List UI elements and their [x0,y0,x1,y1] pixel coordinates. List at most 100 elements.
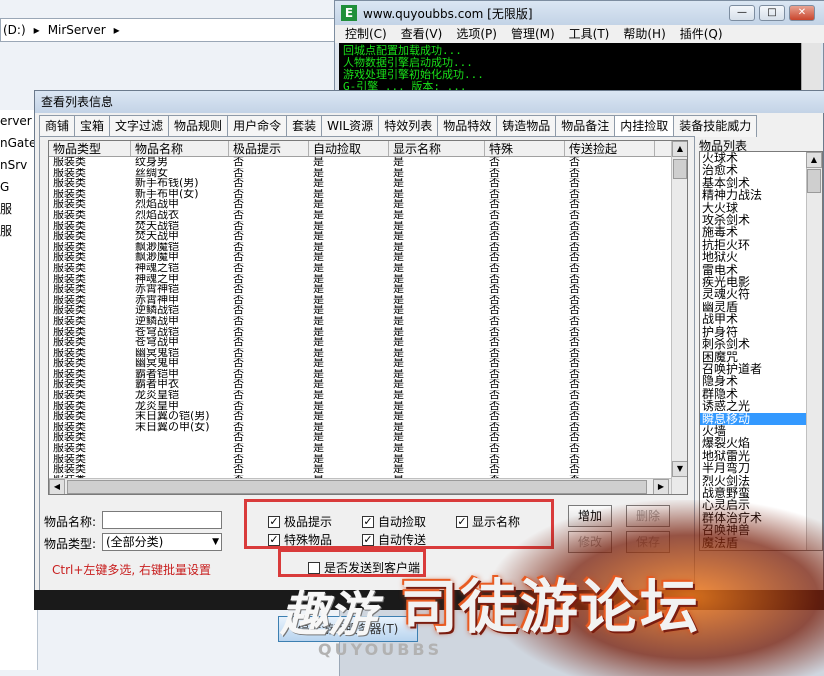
scroll-right-icon[interactable]: ▶ [653,479,669,494]
list-item[interactable]: 地狱火 [700,251,822,264]
table-row[interactable]: 服装类 烈焰战衣 否 是 是 否 否 [49,210,671,221]
tab[interactable]: 物品特效 [437,115,498,137]
scroll-down-icon[interactable]: ▼ [672,461,687,477]
list-item[interactable]: 灵魂火符 [700,288,822,301]
list-item[interactable]: G [0,176,37,198]
list-item[interactable]: nSrv [0,154,37,176]
list-item[interactable]: 精神力战法 [700,189,822,202]
table-row[interactable]: 服装类 龙炎皇甲 否 是 是 否 否 [49,401,671,412]
scroll-left-icon[interactable]: ◀ [49,479,65,494]
table-row[interactable]: 服装类 否 是 是 否 否 [49,454,671,465]
table-horizontal-scrollbar[interactable]: ◀ ▶ [49,478,671,494]
checkbox-box[interactable]: ✓ [268,533,280,546]
table-row[interactable]: 服装类 苍穹战铠 否 是 是 否 否 [49,327,671,338]
table-row[interactable]: 服装类 焚天战甲 否 是 是 否 否 [49,231,671,242]
checkbox-box[interactable]: ✓ [362,515,374,528]
table-row[interactable]: 服装类 否 是 是 否 否 [49,432,671,443]
column-header[interactable]: 特殊 [485,141,565,156]
table-row[interactable]: 服装类 否 是 是 否 否 [49,443,671,454]
table-row[interactable]: 服装类 赤霄神铠 否 是 是 否 否 [49,284,671,295]
table-row[interactable]: 服装类 烈焰战甲 否 是 是 否 否 [49,199,671,210]
list-item[interactable]: 服 [0,198,37,220]
scroll-thumb[interactable] [67,480,647,494]
menu-item[interactable]: 查看(V) [401,25,443,43]
checkbox-box[interactable]: ✓ [268,515,280,528]
table-row[interactable]: 服装类 龙炎皇铠 否 是 是 否 否 [49,390,671,401]
close-icon[interactable]: ✕ [789,5,815,21]
table-row[interactable]: 服装类 幽冥鬼甲 否 是 是 否 否 [49,358,671,369]
tab[interactable]: 商铺 [39,115,76,137]
table-row[interactable]: 服装类 霸者铠甲 否 是 是 否 否 [49,369,671,380]
table-row[interactable]: 服装类 逆鳞战甲 否 是 是 否 否 [49,316,671,327]
address-folder[interactable]: MirServer [48,23,106,37]
tab[interactable]: 内挂捡取 [614,115,675,137]
column-header[interactable]: 物品名称 [131,141,229,156]
tab[interactable]: 文字过滤 [109,115,170,137]
table-row[interactable]: 服装类 神魂之甲 否 是 是 否 否 [49,274,671,285]
table-row[interactable]: 服装类 赤霄神甲 否 是 是 否 否 [49,295,671,306]
item-type-select[interactable]: (全部分类) ▼ [102,533,222,551]
table-row[interactable]: 服装类 霸者甲衣 否 是 是 否 否 [49,379,671,390]
table-row[interactable]: 服装类 苍穹战甲 否 是 是 否 否 [49,337,671,348]
table-row[interactable]: 服装类 飘渺魔甲 否 是 是 否 否 [49,252,671,263]
item-table[interactable]: 物品类型 物品名称 极品提示 自动捡取 显示名称 特殊 传送捡起 服装类 纹身男否是是否否服装… [48,140,688,495]
checkbox-auto-pickup[interactable]: ✓ 自动捡取 [362,513,426,530]
table-row[interactable]: 服装类 末日翼の甲(女) 否 是 是 否 否 [49,422,671,433]
scroll-thumb[interactable] [673,159,687,179]
table-row[interactable]: 服装类 飘渺魔铠 否 是 是 否 否 [49,242,671,253]
list-item[interactable]: 施毒术 [700,226,822,239]
address-bar[interactable]: (D:) ▸ MirServer ▸ [0,18,335,42]
tab[interactable]: 装备技能威力 [673,115,758,137]
table-row[interactable]: 服装类 焚天战铠 否 是 是 否 否 [49,221,671,232]
checkbox-auto-teleport[interactable]: ✓ 自动传送 [362,531,426,548]
table-row[interactable]: 服装类 逆鳞战铠 否 是 是 否 否 [49,305,671,316]
tab[interactable]: 铸造物品 [496,115,557,137]
menu-item[interactable]: 选项(P) [456,25,497,43]
checkbox-box[interactable]: ✓ [456,515,468,528]
list-item[interactable]: erver [0,110,37,132]
minimize-icon[interactable]: — [729,5,755,21]
scroll-up-icon[interactable]: ▲ [806,152,822,168]
menu-item[interactable]: 工具(T) [569,25,610,43]
table-row[interactable]: 服装类 神魂之铠 否 是 是 否 否 [49,263,671,274]
list-item[interactable]: 诱惑之光 [700,400,822,413]
checkbox-best-hint[interactable]: ✓ 极品提示 [268,513,332,530]
tab[interactable]: 套装 [286,115,323,137]
checkbox-box[interactable]: ✓ [362,533,374,546]
tab[interactable]: 特效列表 [378,115,439,137]
list-item[interactable]: 隐身术 [700,375,822,388]
menu-item[interactable]: 插件(Q) [680,25,723,43]
console-scrollbar[interactable] [801,43,821,95]
table-row[interactable]: 服装类 纹身男 否 是 是 否 否 [49,157,671,168]
tab[interactable]: WIL资源 [321,115,380,137]
list-item[interactable]: 治愈术 [700,164,822,177]
table-vertical-scrollbar[interactable]: ▲ ▼ [671,141,687,494]
list-item[interactable]: 刺杀剑术 [700,338,822,351]
menu-item[interactable]: 帮助(H) [623,25,665,43]
table-row[interactable]: 服装类 新手布钱(男) 否 是 是 否 否 [49,178,671,189]
tab[interactable]: 宝箱 [74,115,111,137]
list-item[interactable]: 爆裂火焰 [700,437,822,450]
list-item[interactable]: nGate [0,132,37,154]
column-header[interactable]: 物品类型 [49,141,131,156]
address-drive[interactable]: (D:) [3,23,26,37]
scroll-thumb[interactable] [807,169,821,193]
column-header[interactable]: 传送捡起 [565,141,655,156]
list-item[interactable]: 战甲术 [700,313,822,326]
table-row[interactable]: 服装类 新手布甲(女) 否 是 是 否 否 [49,189,671,200]
item-name-input[interactable] [102,511,222,529]
table-row[interactable]: 服装类 末日翼の铠(男) 否 是 是 否 否 [49,411,671,422]
table-row[interactable]: 服装类 幽冥鬼铠 否 是 是 否 否 [49,348,671,359]
item-list-scrollbar[interactable]: ▲ [806,152,822,550]
list-item[interactable]: 服 [0,220,37,242]
scroll-up-icon[interactable]: ▲ [672,141,687,157]
column-header[interactable]: 自动捡取 [309,141,389,156]
column-header[interactable]: 显示名称 [389,141,485,156]
column-header[interactable]: 极品提示 [229,141,309,156]
tab[interactable]: 物品规则 [168,115,229,137]
checkbox-box[interactable] [308,561,320,574]
tab[interactable]: 用户命令 [227,115,288,137]
menu-item[interactable]: 控制(C) [345,25,387,43]
list-item[interactable]: 半月弯刀 [700,462,822,475]
menu-item[interactable]: 管理(M) [511,25,555,43]
